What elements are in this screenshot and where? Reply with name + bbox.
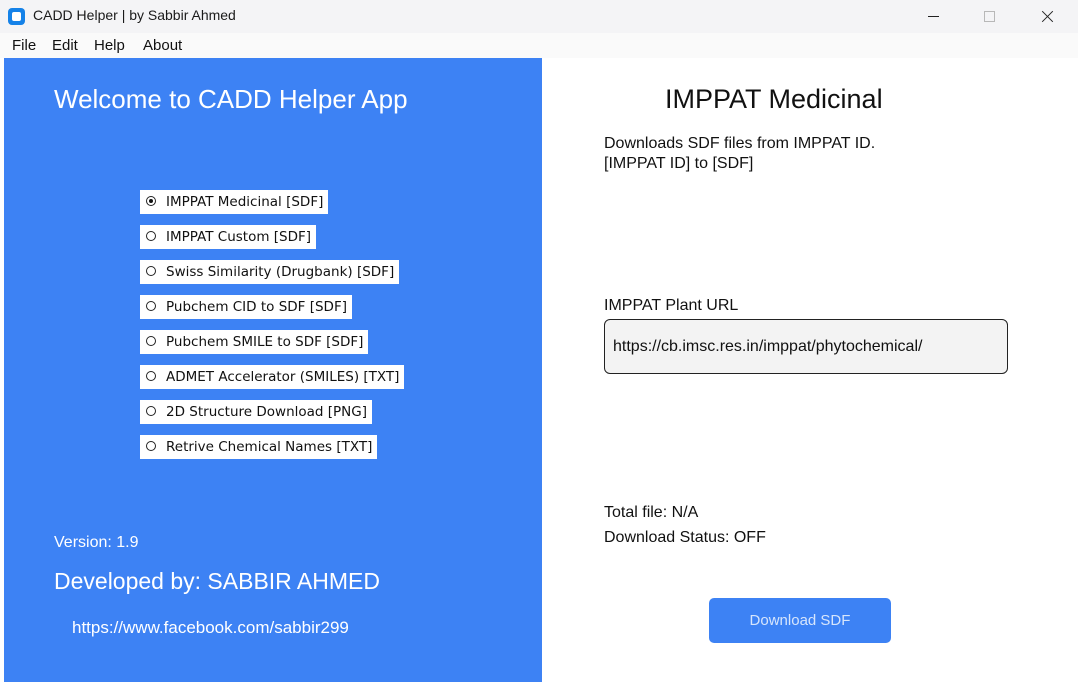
description-line: Downloads SDF files from IMPPAT ID. bbox=[604, 135, 876, 152]
menu-help[interactable]: Help bbox=[94, 37, 125, 54]
total-file-label: Total file: N/A bbox=[604, 504, 699, 521]
radio-selected-icon[interactable] bbox=[146, 196, 156, 206]
download-sdf-button[interactable]: Download SDF bbox=[709, 598, 891, 643]
option-label: IMPPAT Custom [SDF] bbox=[166, 229, 312, 245]
facebook-link[interactable]: https://www.facebook.com/sabbir299 bbox=[72, 618, 349, 638]
radio-icon[interactable] bbox=[146, 301, 156, 311]
radio-icon[interactable] bbox=[146, 371, 156, 381]
option-pubchem-smile[interactable]: Pubchem SMILE to SDF [SDF] bbox=[140, 330, 369, 354]
close-icon[interactable] bbox=[1024, 0, 1070, 33]
option-label: Pubchem CID to SDF [SDF] bbox=[166, 299, 347, 315]
option-imppat-custom[interactable]: IMPPAT Custom [SDF] bbox=[140, 225, 317, 249]
app-icon bbox=[8, 8, 25, 25]
radio-icon[interactable] bbox=[146, 441, 156, 451]
tool-title: IMPPAT Medicinal bbox=[665, 84, 883, 114]
menu-about[interactable]: About bbox=[143, 37, 182, 54]
developer-credit: Developed by: SABBIR AHMED bbox=[54, 568, 380, 594]
option-2d-structure[interactable]: 2D Structure Download [PNG] bbox=[140, 400, 372, 424]
radio-icon[interactable] bbox=[146, 406, 156, 416]
radio-icon[interactable] bbox=[146, 231, 156, 241]
option-imppat-medicinal[interactable]: IMPPAT Medicinal [SDF] bbox=[140, 190, 329, 214]
version-label: Version: 1.9 bbox=[54, 534, 139, 551]
title-bar[interactable]: CADD Helper | by Sabbir Ahmed bbox=[0, 0, 1078, 33]
option-label: ADMET Accelerator (SMILES) [TXT] bbox=[166, 369, 400, 385]
url-input[interactable] bbox=[604, 319, 1008, 374]
option-label: Retrive Chemical Names [TXT] bbox=[166, 439, 373, 455]
option-label: Pubchem SMILE to SDF [SDF] bbox=[166, 334, 364, 350]
radio-icon[interactable] bbox=[146, 336, 156, 346]
menu-edit[interactable]: Edit bbox=[52, 37, 78, 54]
description-line: [IMPPAT ID] to [SDF] bbox=[604, 155, 754, 172]
welcome-heading: Welcome to CADD Helper App bbox=[54, 84, 408, 114]
radio-icon[interactable] bbox=[146, 266, 156, 276]
download-status-label: Download Status: OFF bbox=[604, 529, 766, 546]
menu-file[interactable]: File bbox=[12, 37, 36, 54]
left-panel: Welcome to CADD Helper App IMPPAT Medici… bbox=[4, 58, 542, 682]
tool-description: Downloads SDF files from IMPPAT ID. [IMP… bbox=[604, 134, 875, 174]
option-chemical-names[interactable]: Retrive Chemical Names [TXT] bbox=[140, 435, 378, 459]
option-pubchem-cid[interactable]: Pubchem CID to SDF [SDF] bbox=[140, 295, 352, 319]
right-panel: IMPPAT Medicinal Downloads SDF files fro… bbox=[542, 58, 1078, 682]
app-window: CADD Helper | by Sabbir Ahmed File Edit … bbox=[0, 0, 1078, 682]
option-label: IMPPAT Medicinal [SDF] bbox=[166, 194, 324, 210]
option-admet-accelerator[interactable]: ADMET Accelerator (SMILES) [TXT] bbox=[140, 365, 405, 389]
window-title: CADD Helper | by Sabbir Ahmed bbox=[33, 7, 236, 23]
option-label: Swiss Similarity (Drugbank) [SDF] bbox=[166, 264, 395, 280]
minimize-icon[interactable] bbox=[910, 0, 956, 33]
url-label: IMPPAT Plant URL bbox=[604, 297, 739, 314]
menu-bar: File Edit Help About bbox=[0, 33, 1078, 58]
option-label: 2D Structure Download [PNG] bbox=[166, 404, 367, 420]
maximize-icon[interactable] bbox=[966, 0, 1012, 33]
option-swiss-similarity[interactable]: Swiss Similarity (Drugbank) [SDF] bbox=[140, 260, 400, 284]
